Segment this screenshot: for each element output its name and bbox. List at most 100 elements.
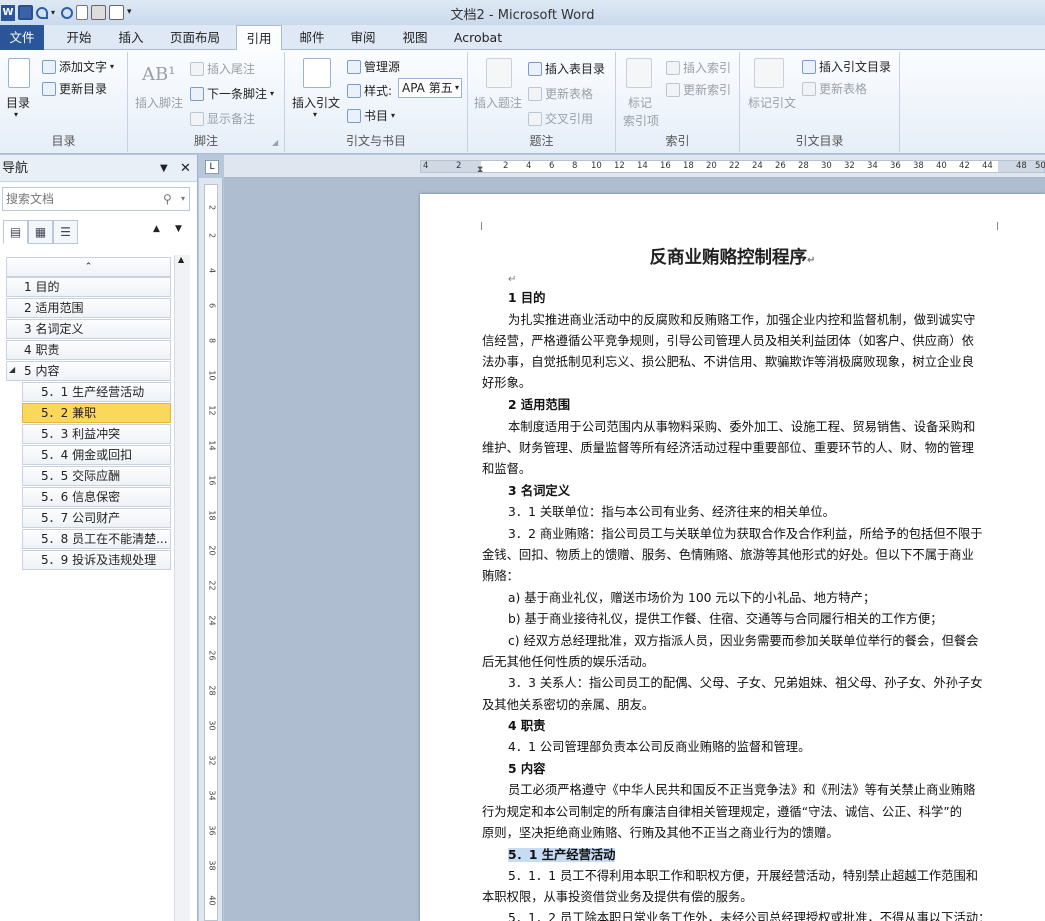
next-footnote-button[interactable]: 下一条脚注 ▾ bbox=[190, 85, 274, 102]
vertical-ruler[interactable]: 2 2 4 6 8 10 12 14 16 18 20 22 24 26 28 … bbox=[199, 178, 223, 921]
search-input[interactable]: 搜索文档 ⚲ ▾ bbox=[2, 187, 190, 211]
search-icon[interactable]: ⚲ bbox=[163, 188, 172, 210]
toc-dropdown-icon[interactable]: ▾ bbox=[14, 110, 18, 119]
tab-review[interactable]: 审阅 bbox=[341, 25, 385, 50]
results-view-icon[interactable]: ☰ bbox=[53, 220, 78, 244]
heading-item[interactable]: 5．5 交际应酬 bbox=[22, 466, 171, 486]
doc-line[interactable]: a) 基于商业礼仪，赠送市场价为 100 元以下的小礼品、地方特产； bbox=[508, 591, 875, 605]
update-index-button[interactable]: 更新索引 bbox=[666, 81, 731, 98]
heading-item[interactable]: 4 职责 bbox=[6, 340, 171, 360]
mark-citation-button[interactable]: 标记引文 bbox=[748, 94, 796, 111]
tab-references[interactable]: 引用 bbox=[236, 25, 282, 51]
update-toa-button[interactable]: 更新表格 bbox=[802, 80, 867, 97]
doc-heading[interactable]: 2 适用范围 bbox=[508, 398, 570, 412]
insert-endnote-button[interactable]: 插入尾注 bbox=[190, 60, 255, 77]
heading-item[interactable]: 2 适用范围 bbox=[6, 298, 171, 318]
undo-dropdown-icon[interactable]: ▾ bbox=[51, 5, 58, 20]
doc-line[interactable]: 4．1 公司管理部负责本公司反商业贿赂的监督和管理。 bbox=[508, 740, 810, 754]
doc-line[interactable]: 3．2 商业贿赂：指公司员工与关联单位为获取合作及合作利益，所给予的包括但不限于 bbox=[508, 527, 983, 541]
new-document-icon[interactable] bbox=[76, 5, 88, 20]
show-notes-button[interactable]: 显示备注 bbox=[190, 110, 255, 127]
headings-view-icon[interactable]: ▤ bbox=[3, 220, 28, 244]
toc-button[interactable]: 目录 bbox=[6, 94, 30, 111]
doc-line[interactable]: 金钱、回扣、物质上的馈赠、服务、色情贿赂、旅游等其他形式的好处。但以下不属于商业 bbox=[482, 548, 974, 562]
mark-entry-line1[interactable]: 标记 bbox=[628, 94, 652, 111]
heading-item[interactable]: 5．3 利益冲突 bbox=[22, 424, 171, 444]
doc-line[interactable]: 及其他关系密切的亲属、朋友。 bbox=[482, 698, 654, 712]
doc-line[interactable]: 本职权限，从事投资借贷业务及提供有偿的服务。 bbox=[482, 890, 753, 904]
insert-citation-button[interactable]: 插入引文 bbox=[292, 94, 340, 111]
tab-home[interactable]: 开始 bbox=[57, 25, 101, 50]
doc-heading[interactable]: 5 内容 bbox=[508, 762, 545, 776]
doc-heading[interactable]: 1 目的 bbox=[508, 291, 545, 305]
search-dropdown-icon[interactable]: ▾ bbox=[181, 188, 185, 210]
tab-mailings[interactable]: 邮件 bbox=[290, 25, 334, 50]
nav-menu-icon[interactable]: ▼ bbox=[160, 155, 168, 182]
tab-acrobat[interactable]: Acrobat bbox=[448, 25, 508, 50]
print-icon[interactable] bbox=[91, 5, 106, 20]
doc-line[interactable]: 本制度适用于公司范围内从事物料采购、委外加工、设施工程、贸易销售、设备采购和 bbox=[508, 420, 975, 434]
tab-view[interactable]: 视图 bbox=[393, 25, 437, 50]
manage-sources-button[interactable]: 管理源 bbox=[347, 58, 400, 75]
pages-view-icon[interactable]: ▦ bbox=[28, 220, 53, 244]
expand-arrow-icon[interactable]: ◢ bbox=[9, 365, 15, 374]
doc-line[interactable]: 法办事，自觉抵制见利忘义、损公肥私、不讲信用、欺骗欺诈等消极腐败现象，树立企业良 bbox=[482, 355, 974, 369]
doc-heading[interactable]: 3 名词定义 bbox=[508, 484, 570, 498]
bibliography-button[interactable]: 书目 ▾ bbox=[347, 107, 395, 124]
customize-toolbar-icon[interactable]: ▾ bbox=[127, 5, 135, 20]
heading-item[interactable]: 5．9 投诉及违规处理 bbox=[22, 550, 171, 570]
tab-page-layout[interactable]: 页面布局 bbox=[163, 25, 227, 50]
doc-line[interactable]: 信经营，严格遵循公平竞争规则，引导公司管理人员及相关利益团体（如客户、供应商）依 bbox=[482, 334, 974, 348]
undo-icon[interactable] bbox=[36, 6, 48, 19]
cross-reference-button[interactable]: 交叉引用 bbox=[528, 110, 593, 127]
close-icon[interactable]: ✕ bbox=[180, 155, 191, 182]
indent-marker-icon[interactable]: ⧗ bbox=[477, 165, 483, 175]
next-arrow-icon[interactable]: ▼ bbox=[175, 224, 182, 234]
doc-line[interactable]: 为扎实推进商业活动中的反腐败和反贿赂工作，加强企业内控和监督机制，做到诚实守 bbox=[508, 313, 975, 327]
ruler-tab-selector[interactable]: L bbox=[205, 160, 219, 174]
insert-caption-button[interactable]: 插入题注 bbox=[474, 94, 522, 111]
doc-line[interactable]: 维护、财务管理、质量监督等所有经济活动过程中重要部位、重要环节的人、财、物的管理 bbox=[482, 441, 974, 455]
doc-line[interactable]: 和监督。 bbox=[482, 462, 531, 476]
insert-toa-button[interactable]: 插入引文目录 bbox=[802, 58, 891, 75]
scroll-up-icon[interactable]: ▲ bbox=[178, 255, 184, 264]
doc-line[interactable]: 3．1 关联单位：指与本公司有业务、经济往来的相关单位。 bbox=[508, 505, 835, 519]
document-page[interactable]: 反商业贿赂控制程序↵ ↵ 1 目的 为扎实推进商业活动中的反腐败和反贿赂工作，加… bbox=[420, 194, 1045, 921]
insert-index-button[interactable]: 插入索引 bbox=[666, 59, 731, 76]
doc-heading-highlighted[interactable]: 5．1 生产经营活动 bbox=[508, 848, 616, 862]
doc-line[interactable]: b) 基于商业接待礼仪，提供工作餐、住宿、交通等与合同履行相关的工作方便； bbox=[508, 612, 943, 626]
horizontal-ruler[interactable]: 4 2 2 4 6 8 10 12 14 16 18 20 22 24 26 2… bbox=[224, 155, 1045, 178]
doc-line[interactable]: 好形象。 bbox=[482, 376, 531, 390]
add-text-button[interactable]: 添加文字 ▾ bbox=[42, 58, 114, 75]
save-icon[interactable] bbox=[18, 5, 33, 20]
tab-file[interactable]: 文件 bbox=[0, 25, 44, 50]
tab-insert[interactable]: 插入 bbox=[109, 25, 153, 50]
doc-line[interactable]: 3．3 关系人：指公司员工的配偶、父母、子女、兄弟姐妹、祖父母、孙子女、外孙子女 bbox=[508, 676, 983, 690]
doc-heading[interactable]: 4 职责 bbox=[508, 719, 545, 733]
document-title[interactable]: 反商业贿赂控制程序↵ bbox=[420, 244, 1045, 269]
heading-item[interactable]: 5．1 生产经营活动 bbox=[22, 382, 171, 402]
heading-item[interactable]: 5．8 员工在不能清楚... bbox=[22, 529, 171, 549]
doc-line[interactable]: c) 经双方总经理批准，双方指派人员，因业务需要而参加关联单位举行的餐会，但餐会 bbox=[508, 634, 978, 648]
doc-line[interactable]: 贿赂： bbox=[482, 569, 519, 583]
mark-entry-line2[interactable]: 索引项 bbox=[623, 112, 659, 129]
doc-line[interactable]: 员工必须严格遵守《中华人民共和国反不正当竞争法》和《刑法》等有关禁止商业贿赂 bbox=[508, 783, 975, 797]
update-figures-table-button[interactable]: 更新表格 bbox=[528, 85, 593, 102]
doc-line[interactable]: 后无其他任何性质的娱乐活动。 bbox=[482, 655, 654, 669]
doc-line[interactable]: 5．1．1 员工不得利用本职工作和职权方便，开展经营活动，特别禁止超越工作范围和 bbox=[508, 869, 978, 883]
heading-item[interactable]: 1 目的 bbox=[6, 277, 171, 297]
heading-item-selected[interactable]: 5．2 兼职 bbox=[22, 403, 171, 423]
insert-table-of-figures-button[interactable]: 插入表目录 bbox=[528, 60, 605, 77]
redo-icon[interactable] bbox=[61, 6, 73, 19]
previous-arrow-icon[interactable]: ▲ bbox=[153, 224, 160, 234]
heading-item[interactable]: 3 名词定义 bbox=[6, 319, 171, 339]
update-toc-button[interactable]: 更新目录 bbox=[42, 80, 107, 97]
doc-line[interactable]: 行为规定和本公司制定的所有廉洁自律相关管理规定，遵循“守法、诚信、公正、科学”的 bbox=[482, 805, 962, 819]
nav-scrollbar[interactable]: ▲ bbox=[174, 255, 190, 921]
heading-item[interactable]: 5 内容 bbox=[6, 361, 171, 381]
heading-item[interactable]: 5．6 信息保密 bbox=[22, 487, 171, 507]
insert-footnote-button[interactable]: 插入脚注 bbox=[135, 94, 183, 111]
citation-style-select[interactable]: APA 第五 ▾ bbox=[398, 78, 462, 98]
insert-citation-dropdown-icon[interactable]: ▾ bbox=[313, 110, 317, 119]
print-preview-icon[interactable] bbox=[109, 5, 124, 20]
